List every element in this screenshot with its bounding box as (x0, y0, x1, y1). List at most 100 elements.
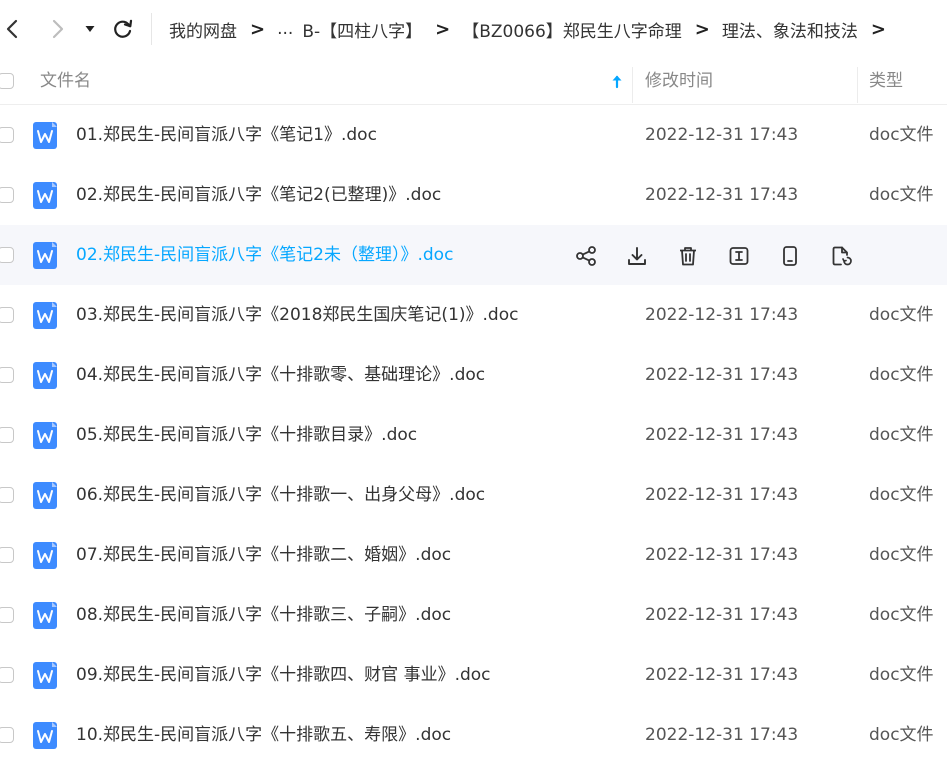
breadcrumb-separator: > (694, 18, 710, 40)
file-name[interactable]: 02.郑民生-民间盲派八字《笔记2(已整理)》.doc (76, 165, 441, 225)
row-checkbox[interactable] (0, 607, 14, 623)
file-modified-time: 2022-12-31 17:43 (645, 305, 799, 325)
file-modified-time: 2022-12-31 17:43 (645, 665, 799, 685)
refresh-button[interactable] (110, 16, 136, 42)
doc-file-icon (33, 182, 57, 209)
file-modified-time: 2022-12-31 17:43 (645, 125, 799, 145)
copy-file-button[interactable] (828, 243, 854, 269)
file-row[interactable]: 02.郑民生-民间盲派八字《笔记2(已整理)》.doc 2022-12-31 1… (0, 165, 947, 225)
file-row[interactable]: 10.郑民生-民间盲派八字《十排歌五、寿限》.doc 2022-12-31 17… (0, 705, 947, 765)
file-name[interactable]: 01.郑民生-民间盲派八字《笔记1》.doc (76, 105, 377, 165)
file-row[interactable]: 05.郑民生-民间盲派八字《十排歌目录》.doc 2022-12-31 17:4… (0, 405, 947, 465)
doc-file-icon (33, 482, 57, 509)
breadcrumb-item-bz0066[interactable]: 【BZ0066】郑民生八字命理 (450, 17, 682, 42)
file-type: doc文件 (869, 125, 934, 145)
row-checkbox[interactable] (0, 307, 14, 323)
select-all-checkbox[interactable] (0, 73, 14, 89)
file-name[interactable]: 05.郑民生-民间盲派八字《十排歌目录》.doc (76, 405, 417, 465)
file-name[interactable]: 02.郑民生-民间盲派八字《笔记2未（整理）》.doc (76, 225, 453, 285)
file-name[interactable]: 04.郑民生-民间盲派八字《十排歌零、基础理论》.doc (76, 345, 485, 405)
file-modified-time: 2022-12-31 17:43 (645, 425, 799, 445)
column-header-name[interactable]: 文件名 (40, 59, 91, 104)
file-type: doc文件 (869, 665, 934, 685)
file-list: 01.郑民生-民间盲派八字《笔记1》.doc 2022-12-31 17:43 … (0, 105, 947, 765)
breadcrumb-root[interactable]: 我的网盘 (152, 17, 237, 42)
row-checkbox[interactable] (0, 427, 14, 443)
arrow-up-icon (612, 75, 622, 89)
download-button[interactable] (624, 243, 650, 269)
send-to-phone-button[interactable] (777, 243, 803, 269)
doc-file-icon (33, 542, 57, 569)
file-type: doc文件 (869, 185, 934, 205)
doc-file-icon (33, 242, 57, 269)
rename-button[interactable] (726, 243, 752, 269)
column-divider[interactable] (632, 67, 633, 103)
file-name[interactable]: 10.郑民生-民间盲派八字《十排歌五、寿限》.doc (76, 705, 451, 765)
breadcrumb-item-current[interactable]: 理法、象法和技法 (710, 17, 858, 42)
file-row[interactable]: 09.郑民生-民间盲派八字《十排歌四、财官 事业》.doc 2022-12-31… (0, 645, 947, 705)
file-type: doc文件 (869, 605, 934, 625)
file-name[interactable]: 03.郑民生-民间盲派八字《2018郑民生国庆笔记(1)》.doc (76, 285, 518, 345)
share-button[interactable] (573, 243, 599, 269)
column-header-modified[interactable]: 修改时间 (645, 59, 713, 104)
phone-icon (783, 246, 797, 266)
file-type: doc文件 (869, 425, 934, 445)
row-checkbox[interactable] (0, 547, 14, 563)
rename-icon (729, 247, 749, 265)
breadcrumb-separator: > (435, 18, 451, 40)
breadcrumb: 我的网盘 > ... B-【四柱八字】 > 【BZ0066】郑民生八字命理 > … (151, 13, 886, 45)
copy-file-icon (832, 246, 852, 266)
breadcrumb-ellipsis[interactable]: ... (265, 19, 293, 39)
file-row[interactable]: 04.郑民生-民间盲派八字《十排歌零、基础理论》.doc 2022-12-31 … (0, 345, 947, 405)
breadcrumb-separator: > (870, 18, 886, 40)
breadcrumb-separator: > (250, 18, 266, 40)
chevron-left-icon (6, 19, 18, 39)
delete-icon (680, 247, 696, 266)
file-type: doc文件 (869, 545, 934, 565)
doc-file-icon (33, 602, 57, 629)
row-checkbox[interactable] (0, 247, 14, 263)
delete-button[interactable] (675, 243, 701, 269)
row-checkbox[interactable] (0, 727, 14, 743)
back-button[interactable] (0, 16, 26, 42)
file-type: doc文件 (869, 365, 934, 385)
doc-file-icon (33, 302, 57, 329)
file-name[interactable]: 07.郑民生-民间盲派八字《十排歌二、婚姻》.doc (76, 525, 451, 585)
row-checkbox[interactable] (0, 667, 14, 683)
refresh-icon (114, 19, 133, 38)
caret-down-icon (85, 26, 95, 32)
download-icon (628, 247, 646, 265)
file-modified-time: 2022-12-31 17:43 (645, 725, 799, 745)
file-type: doc文件 (869, 725, 934, 745)
row-checkbox[interactable] (0, 187, 14, 203)
file-name[interactable]: 06.郑民生-民间盲派八字《十排歌一、出身父母》.doc (76, 465, 485, 525)
share-icon (576, 246, 596, 266)
history-dropdown-button[interactable] (79, 16, 101, 42)
row-checkbox[interactable] (0, 367, 14, 383)
sort-ascending-button[interactable] (610, 73, 624, 94)
file-name[interactable]: 08.郑民生-民间盲派八字《十排歌三、子嗣》.doc (76, 585, 451, 645)
chevron-right-icon (52, 19, 64, 39)
breadcrumb-item-sizhu[interactable]: B-【四柱八字】 (293, 17, 422, 42)
file-modified-time: 2022-12-31 17:43 (645, 485, 799, 505)
file-modified-time: 2022-12-31 17:43 (645, 365, 799, 385)
row-checkbox[interactable] (0, 487, 14, 503)
doc-file-icon (33, 422, 57, 449)
file-row[interactable]: 07.郑民生-民间盲派八字《十排歌二、婚姻》.doc 2022-12-31 17… (0, 525, 947, 585)
file-row[interactable]: 06.郑民生-民间盲派八字《十排歌一、出身父母》.doc 2022-12-31 … (0, 465, 947, 525)
column-header-type[interactable]: 类型 (869, 59, 903, 104)
file-list-header: 文件名 修改时间 类型 (0, 59, 947, 105)
file-modified-time: 2022-12-31 17:43 (645, 185, 799, 205)
file-row[interactable]: 08.郑民生-民间盲派八字《十排歌三、子嗣》.doc 2022-12-31 17… (0, 585, 947, 645)
forward-button[interactable] (44, 16, 70, 42)
file-modified-time: 2022-12-31 17:43 (645, 545, 799, 565)
file-row[interactable]: 03.郑民生-民间盲派八字《2018郑民生国庆笔记(1)》.doc 2022-1… (0, 285, 947, 345)
row-checkbox[interactable] (0, 127, 14, 143)
doc-file-icon (33, 122, 57, 149)
doc-file-icon (33, 662, 57, 689)
file-name[interactable]: 09.郑民生-民间盲派八字《十排歌四、财官 事业》.doc (76, 645, 491, 705)
file-row-hovered[interactable]: 02.郑民生-民间盲派八字《笔记2未（整理）》.doc (0, 225, 947, 285)
file-type: doc文件 (869, 485, 934, 505)
file-row[interactable]: 01.郑民生-民间盲派八字《笔记1》.doc 2022-12-31 17:43 … (0, 105, 947, 165)
column-divider[interactable] (857, 67, 858, 103)
